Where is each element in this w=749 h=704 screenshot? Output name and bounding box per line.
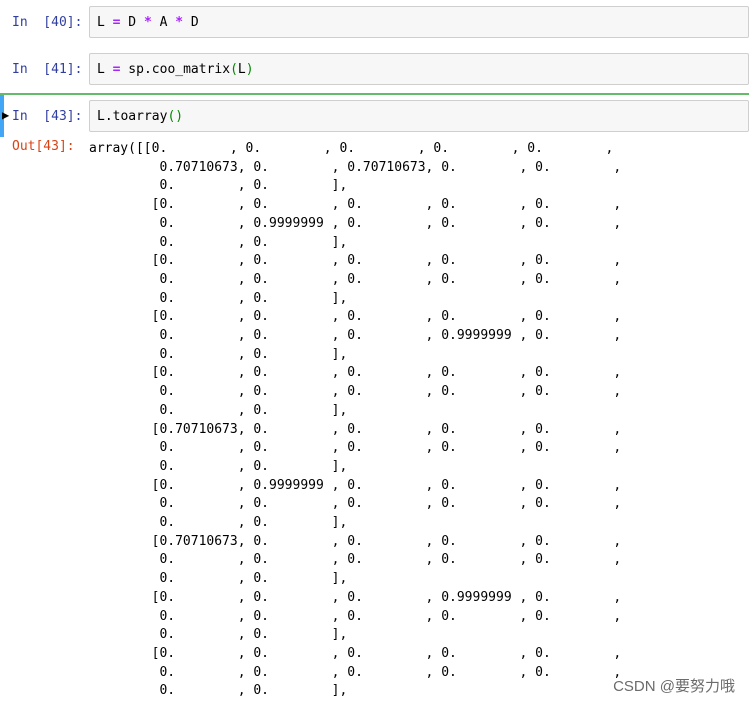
- code-input[interactable]: L = D * A * D: [89, 6, 749, 38]
- code-cell-43[interactable]: In [43]: L.toarray(): [0, 100, 749, 134]
- code-text: L = sp.coo_matrix(L): [97, 62, 254, 77]
- code-text: L = D * A * D: [97, 15, 199, 30]
- cell-output: array([[0. , 0. , 0. , 0. , 0. , 0.70710…: [89, 141, 622, 699]
- input-prompt: In [43]:: [12, 109, 83, 124]
- watermark: CSDN @要努力哦: [613, 678, 735, 695]
- code-text: L.toarray(): [97, 109, 184, 124]
- selected-cell-border: [0, 93, 749, 95]
- input-prompt: In [40]:: [12, 15, 83, 30]
- input-prompt: In [41]:: [12, 62, 83, 77]
- output-prompt: Out[43]:: [12, 139, 75, 154]
- code-cell-40[interactable]: In [40]: L = D * A * D: [0, 6, 749, 40]
- code-input[interactable]: L.toarray(): [89, 100, 749, 132]
- code-cell-41[interactable]: In [41]: L = sp.coo_matrix(L): [0, 53, 749, 87]
- code-input[interactable]: L = sp.coo_matrix(L): [89, 53, 749, 85]
